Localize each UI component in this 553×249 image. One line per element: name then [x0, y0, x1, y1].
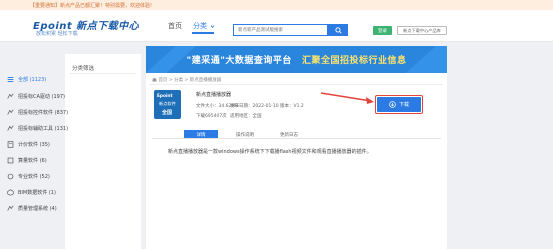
tabs-divider	[152, 138, 441, 139]
software-description: 新点直播播放器是一款windows操作系统下下载播flash视频文件和观看直播播…	[168, 149, 372, 155]
download-label: 下载	[398, 102, 409, 108]
download-button[interactable]: 下载	[377, 97, 421, 112]
arrow-annotation	[320, 92, 374, 104]
download-icon	[389, 101, 396, 108]
